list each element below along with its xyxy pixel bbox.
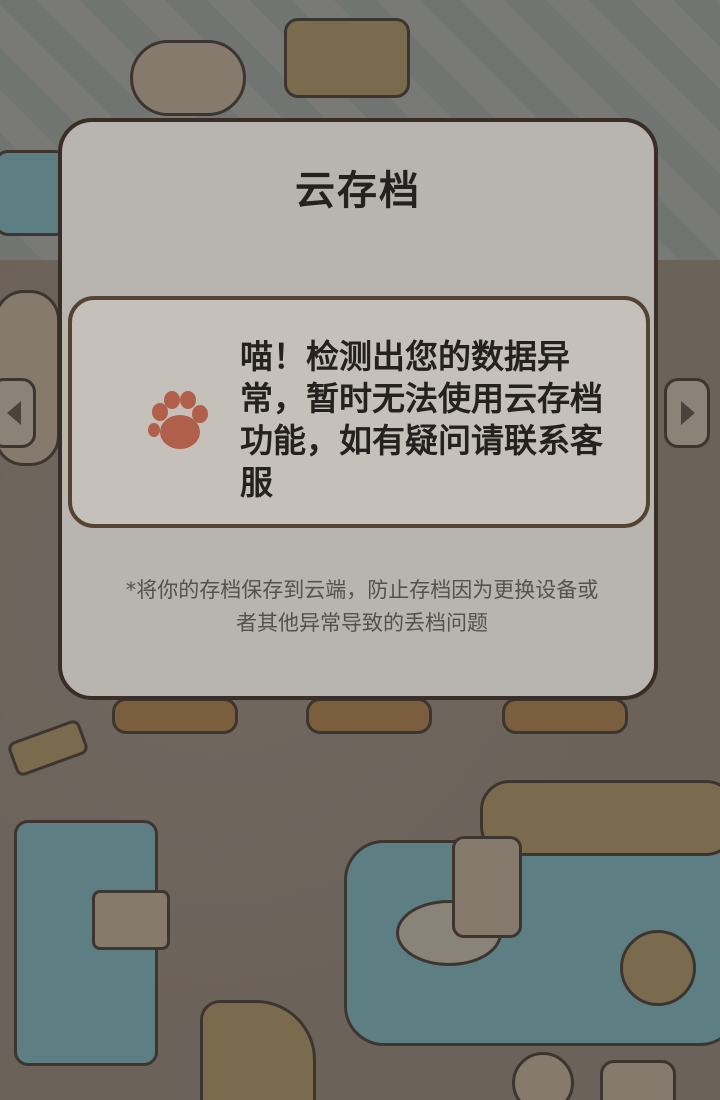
paw-print-icon [148,391,208,449]
cloud-save-dialog: 云存档 喵！检测出您的数据异常，暂时无法使用云存档功能，如有疑问请联系客服 *将… [58,118,658,700]
cart-sign [92,890,170,950]
table-mid [306,698,432,734]
card-button[interactable] [600,1060,676,1100]
chevron-right-icon [681,401,695,425]
table-left [112,698,238,734]
bread-basket [284,18,410,98]
coffee-dripper [452,836,522,938]
scroll-left-button[interactable] [0,378,36,448]
cloud-save-description: *将你的存档保存到云端，防止存档因为更换设备或者其他异常导致的丢档问题 [125,578,599,635]
error-message: 喵！检测出您的数据异常，暂时无法使用云存档功能，如有疑问请联系客服 [240,337,603,502]
cat-figure [130,40,246,116]
scroll-right-button[interactable] [664,378,710,448]
dialog-title: 云存档 [295,168,421,214]
message-box: 喵！检测出您的数据异常，暂时无法使用云存档功能，如有疑问请联系客服 [68,296,650,528]
table-right [502,698,628,734]
pretzel [620,930,696,1006]
chevron-left-icon [7,401,21,425]
